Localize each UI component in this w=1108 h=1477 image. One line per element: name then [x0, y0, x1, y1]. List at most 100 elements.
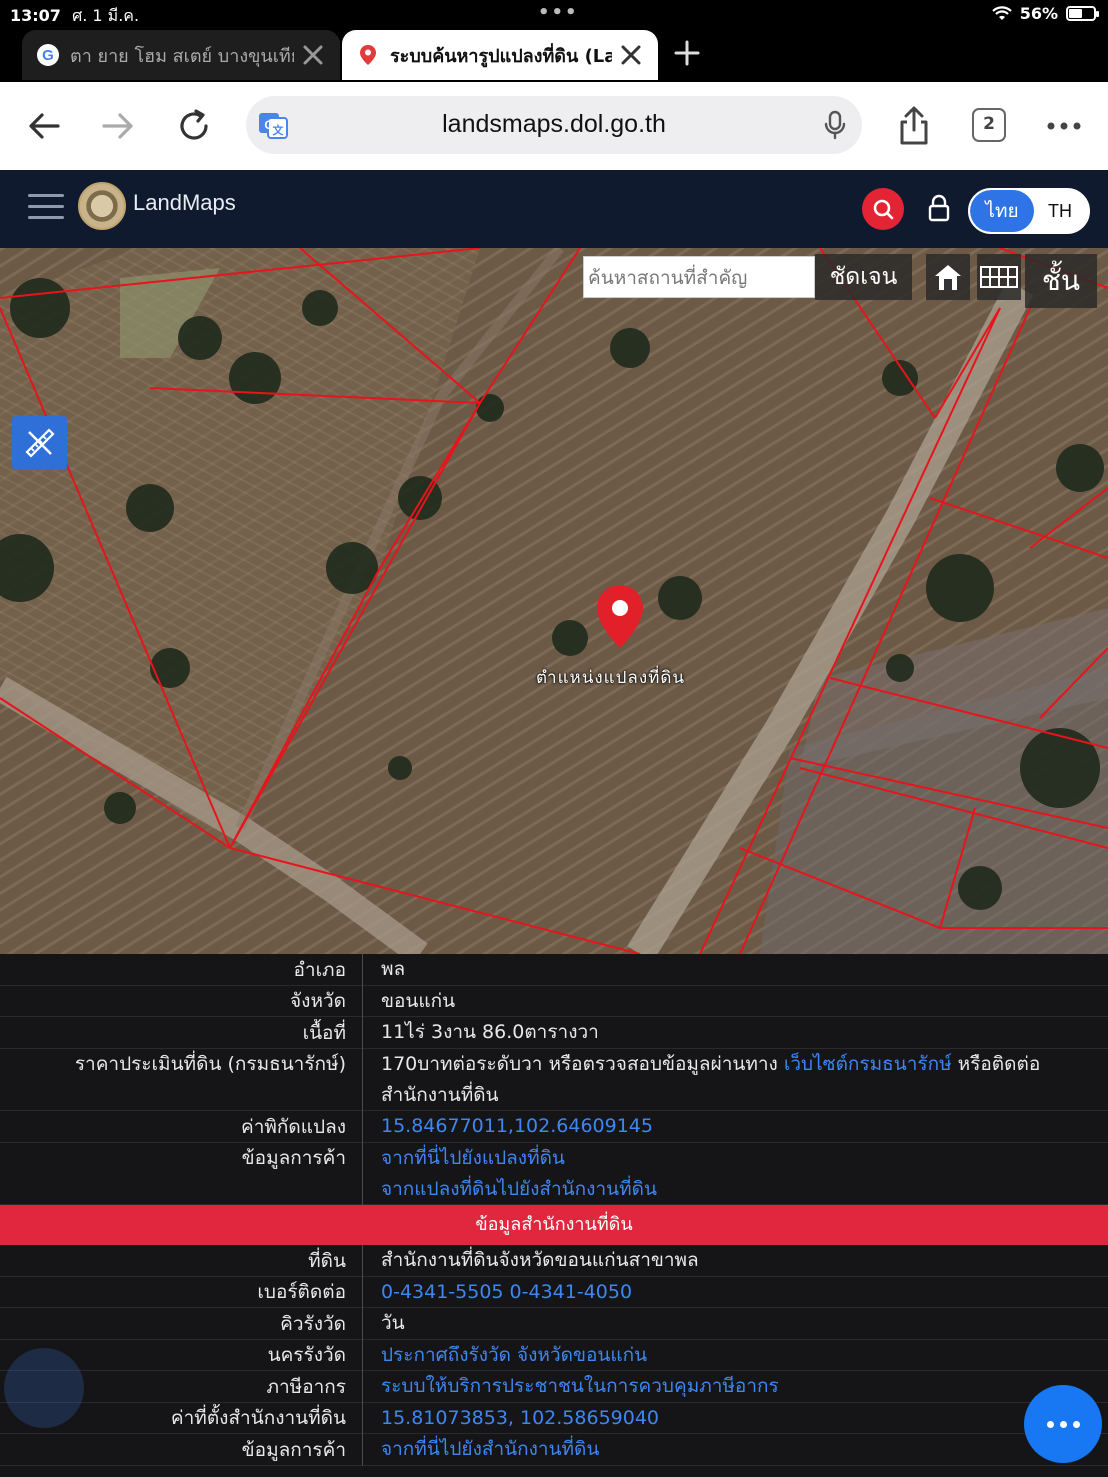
tab-bar: G ตา ยาย โฮม สเตย์ บางขุนเทีย ระบบค้นหาร…	[0, 28, 1108, 82]
tab-google[interactable]: G ตา ยาย โฮม สเตย์ บางขุนเทีย	[22, 30, 340, 80]
row-directions: ข้อมูลการค้า จากที่นี่ไปยังแปลงที่ดิน จา…	[0, 1143, 1108, 1205]
wifi-icon	[991, 5, 1012, 20]
row-value: ประกาศถึงรังวัด จังหวัดขอนแก่น	[362, 1340, 1108, 1371]
layers-button[interactable]: ชั้น	[1025, 254, 1097, 308]
ruler-pencil-icon	[24, 428, 55, 458]
microphone-icon[interactable]	[822, 110, 848, 140]
status-bar: 13:07 ศ. 1 มี.ค. ••• 56%	[0, 0, 1108, 28]
pin-label: ตำแหน่งแปลงที่ดิน	[536, 668, 686, 688]
arrow-right-icon	[102, 113, 133, 139]
tax-service-link[interactable]: ระบบให้บริการประชาชนในการควบคุมภาษีอากร	[381, 1375, 779, 1397]
appraisal-text-post: หรือติดต่อ	[951, 1053, 1041, 1075]
parcel-info-panel: อำเภอ พล จังหวัด ขอนแก่น เนื้อที่ 11ไร่ …	[0, 954, 1108, 1477]
row-survey: นครรังวัด ประกาศถึงรังวัด จังหวัดขอนแก่น	[0, 1340, 1108, 1371]
row-coordinates: ค่าพิกัดแปลง 15.84677011,102.64609145	[0, 1111, 1108, 1143]
more-dots-icon	[1047, 122, 1081, 130]
appraisal-line1: 170บาทต่อระดับวา หรือตรวจสอบข้อมูลผ่านทา…	[381, 1049, 1068, 1080]
menu-icon[interactable]	[28, 194, 64, 222]
row-survey-queue: คิวรังวัด วัน	[0, 1308, 1108, 1340]
reload-icon	[180, 109, 208, 140]
search-button[interactable]	[862, 188, 904, 230]
clear-button[interactable]: ชัดเจน	[815, 254, 912, 300]
svg-text:G: G	[42, 47, 54, 64]
row-value: พล	[362, 954, 1108, 986]
tab-count-button[interactable]: 2	[972, 108, 1006, 142]
coordinates-link[interactable]: 15.84677011,102.64609145	[381, 1115, 653, 1137]
home-button[interactable]	[926, 254, 970, 300]
row-value: สำนักงานที่ดินจังหวัดขอนแก่นสาขาพล	[362, 1245, 1108, 1277]
directions-to-office-link[interactable]: จากแปลงที่ดินไปยังสำนักงานที่ดิน	[381, 1174, 1068, 1205]
row-value: วัน	[362, 1308, 1108, 1340]
location-pin-icon	[360, 45, 376, 65]
close-tab-icon[interactable]	[300, 42, 326, 68]
lang-en[interactable]: TH	[1032, 190, 1088, 232]
row-key: อำเภอ	[293, 959, 346, 981]
landmark-search-input[interactable]: ค้นหาสถานที่สำคัญ	[583, 256, 815, 298]
lock-icon[interactable]	[926, 194, 952, 222]
address-bar[interactable]: G文 landsmaps.dol.go.th	[246, 96, 862, 154]
grid-icon	[980, 266, 1018, 288]
satellite-map[interactable]: ตำแหน่งแปลงที่ดิน ค้นหาสถานที่สำคัญ ชัดเ…	[0, 248, 1108, 954]
row-province: จังหวัด ขอนแก่น	[0, 986, 1108, 1017]
row-key: ข้อมูลการค้า	[241, 1439, 346, 1461]
row-key: ที่ดิน	[308, 1250, 346, 1272]
battery-icon	[1066, 6, 1099, 21]
app-header: LandMaps ไทย TH	[0, 170, 1108, 248]
treasury-website-link[interactable]: เว็บไซต์กรมธนารักษ์	[784, 1053, 952, 1075]
more-menu-button[interactable]	[1042, 104, 1086, 148]
ipad-screen: 13:07 ศ. 1 มี.ค. ••• 56% G ตา ยาย โฮม สเ…	[0, 0, 1108, 1477]
row-district: อำเภอ พล	[0, 954, 1108, 986]
directions-office-link[interactable]: จากที่นี่ไปยังสำนักงานที่ดิน	[381, 1438, 599, 1460]
measure-tool-button[interactable]	[12, 416, 67, 470]
row-value: ระบบให้บริการประชาชนในการควบคุมภาษีอากร	[362, 1371, 1108, 1403]
row-value: 0-4341-5505 0-4341-4050	[362, 1277, 1108, 1308]
row-tax: ภาษีอากร ระบบให้บริการประชาชนในการควบคุม…	[0, 1371, 1108, 1403]
row-office-coordinates: ค่าที่ตั้งสำนักงานที่ดิน 15.81073853, 10…	[0, 1403, 1108, 1434]
row-area: เนื้อที่ 11ไร่ 3งาน 86.0ตารางวา	[0, 1017, 1108, 1049]
row-phone: เบอร์ติดต่อ 0-4341-5505 0-4341-4050	[0, 1277, 1108, 1308]
share-icon	[900, 106, 928, 145]
appraisal-text: 170บาทต่อระดับวา หรือตรวจสอบข้อมูลผ่านทา…	[381, 1053, 784, 1075]
arrow-left-icon	[29, 113, 60, 139]
row-office: ที่ดิน สำนักงานที่ดินจังหวัดขอนแก่นสาขาพ…	[0, 1245, 1108, 1277]
browser-toolbar: G文 landsmaps.dol.go.th 2	[0, 82, 1108, 170]
directions-to-parcel-link[interactable]: จากที่นี่ไปยังแปลงที่ดิน	[381, 1143, 1068, 1174]
survey-announcement-link[interactable]: ประกาศถึงรังวัด จังหวัดขอนแก่น	[381, 1344, 647, 1366]
row-office-directions: ข้อมูลการค้า จากที่นี่ไปยังสำนักงานที่ดิ…	[0, 1434, 1108, 1466]
search-icon	[873, 199, 894, 220]
appraisal-line2: สำนักงานที่ดิน	[381, 1084, 499, 1106]
row-key: ค่าพิกัดแปลง	[241, 1116, 346, 1138]
watermark-badge	[4, 1348, 84, 1428]
more-options-fab[interactable]	[1024, 1385, 1102, 1463]
lang-thai[interactable]: ไทย	[970, 190, 1034, 232]
app-brand: LandMaps	[133, 190, 236, 215]
back-button[interactable]	[22, 104, 66, 148]
department-seal-logo	[78, 182, 126, 230]
status-right: 56%	[991, 4, 1099, 23]
land-office-section-header: ข้อมูลสำนักงานที่ดิน	[0, 1205, 1108, 1245]
share-button[interactable]	[892, 104, 936, 148]
phone-link[interactable]: 0-4341-5505 0-4341-4050	[381, 1281, 632, 1303]
row-value: 15.84677011,102.64609145	[362, 1111, 1108, 1143]
language-toggle[interactable]: ไทย TH	[968, 188, 1090, 234]
tab-title: ตา ยาย โฮม สเตย์ บางขุนเทีย	[70, 45, 294, 67]
multitask-dots-icon[interactable]: •••	[538, 2, 579, 23]
row-key: เนื้อที่	[302, 1022, 346, 1044]
row-key: คิวรังวัด	[280, 1313, 346, 1335]
reload-button[interactable]	[172, 104, 216, 148]
row-value: 170บาทต่อระดับวา หรือตรวจสอบข้อมูลผ่านทา…	[362, 1049, 1108, 1111]
new-tab-icon[interactable]	[672, 38, 702, 68]
row-key: ราคาประเมินที่ดิน (กรมธนารักษ์)	[74, 1053, 346, 1075]
tab-title: ระบบค้นหารูปแปลงที่ดิน (LandMaps)	[390, 45, 612, 67]
url-text: landsmaps.dol.go.th	[442, 110, 666, 138]
row-value: 11ไร่ 3งาน 86.0ตารางวา	[362, 1017, 1108, 1049]
row-key: จังหวัด	[290, 990, 346, 1012]
forward-button[interactable]	[96, 104, 140, 148]
office-coordinates-link[interactable]: 15.81073853, 102.58659040	[381, 1407, 659, 1429]
row-appraisal: ราคาประเมินที่ดิน (กรมธนารักษ์) 170บาทต่…	[0, 1049, 1108, 1111]
tab-landmaps[interactable]: ระบบค้นหารูปแปลงที่ดิน (LandMaps)	[342, 30, 658, 80]
row-key: เบอร์ติดต่อ	[257, 1281, 346, 1303]
close-tab-icon[interactable]	[618, 42, 644, 68]
row-value: 15.81073853, 102.58659040	[362, 1403, 1108, 1434]
grid-button[interactable]	[977, 254, 1021, 300]
